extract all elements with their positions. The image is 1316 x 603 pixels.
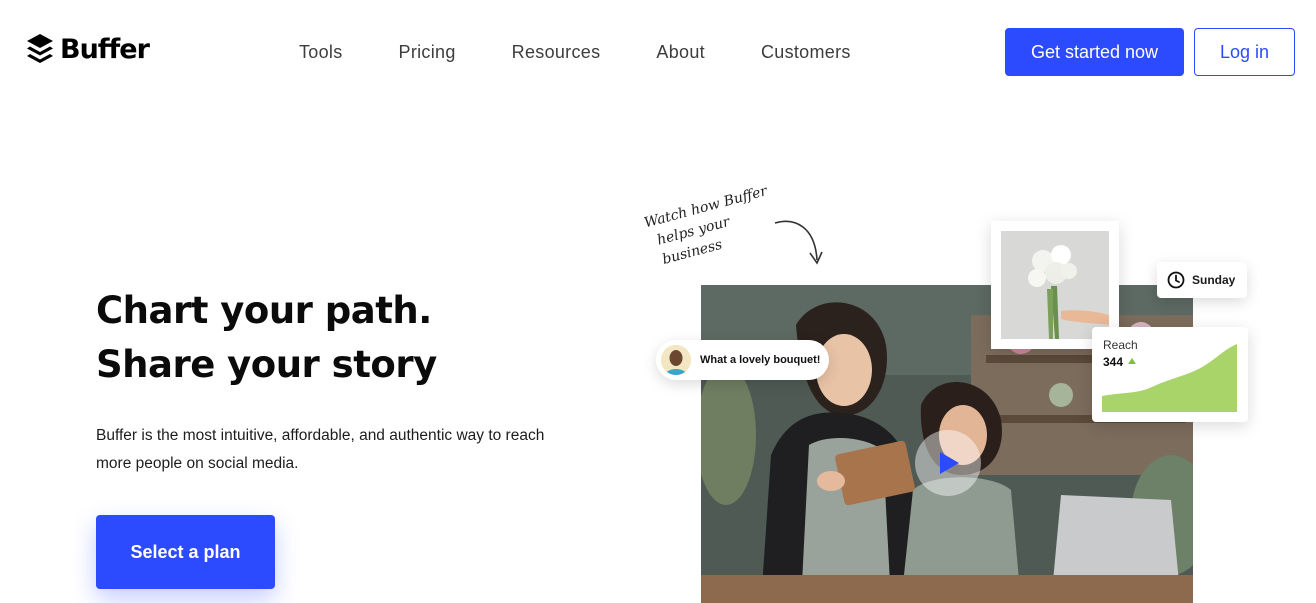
hero-title: Chart your path. Share your story xyxy=(96,284,437,392)
avatar xyxy=(661,345,691,375)
hero-title-line-2: Share your story xyxy=(96,343,437,386)
reach-area-chart xyxy=(1102,344,1237,412)
nav-pricing[interactable]: Pricing xyxy=(399,41,456,63)
play-button[interactable] xyxy=(915,430,981,496)
brand-name: Buffer xyxy=(60,33,150,65)
buffer-logo[interactable]: Buffer xyxy=(26,33,150,65)
curved-arrow-icon xyxy=(774,220,823,265)
comment-text: What a lovely bouquet! xyxy=(700,354,821,366)
schedule-day-card: Sunday xyxy=(1157,262,1247,298)
clock-icon xyxy=(1167,271,1185,289)
nav-customers[interactable]: Customers xyxy=(761,41,851,63)
nav-resources[interactable]: Resources xyxy=(512,41,601,63)
nav-about[interactable]: About xyxy=(656,41,705,63)
comment-bubble: What a lovely bouquet! xyxy=(656,340,829,380)
nav-tools[interactable]: Tools xyxy=(299,41,343,63)
reach-card: Reach 344 xyxy=(1092,327,1248,422)
buffer-layers-icon xyxy=(27,34,53,63)
play-icon xyxy=(940,452,959,474)
select-plan-button[interactable]: Select a plan xyxy=(96,515,275,589)
bouquet-photo xyxy=(1001,231,1109,339)
login-button[interactable]: Log in xyxy=(1194,28,1295,76)
hero-subtitle: Buffer is the most intuitive, affordable… xyxy=(96,427,545,472)
main-nav: Tools Pricing Resources About Customers xyxy=(299,41,907,63)
hero-title-line-1: Chart your path. xyxy=(96,289,432,332)
get-started-button[interactable]: Get started now xyxy=(1005,28,1184,76)
day-label: Sunday xyxy=(1192,273,1236,287)
